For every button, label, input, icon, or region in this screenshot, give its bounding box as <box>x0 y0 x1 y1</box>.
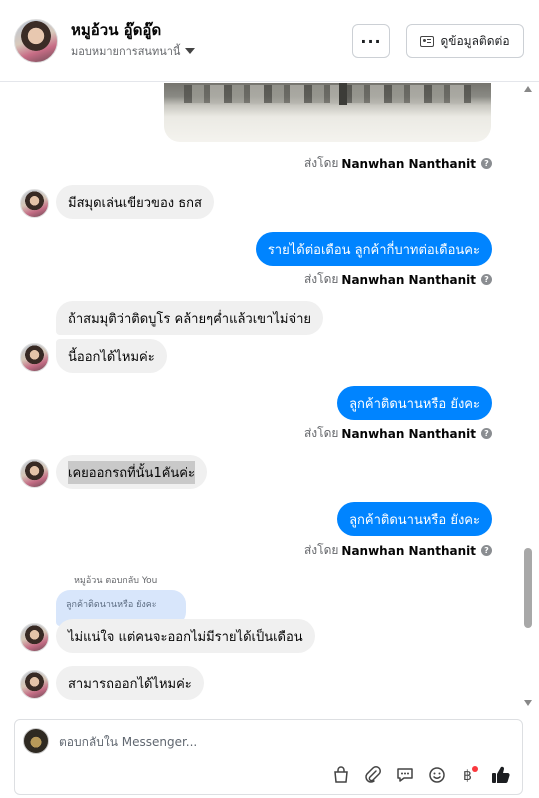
paperclip-icon[interactable] <box>361 764 385 786</box>
baht-payment-icon[interactable]: ฿ <box>457 764 481 786</box>
thread-scrollbar[interactable] <box>523 86 533 708</box>
contact-avatar-small[interactable] <box>20 189 49 218</box>
scroll-up-arrow-icon[interactable] <box>524 86 532 92</box>
sent-by-row: ส่งโดย Nanwhan Nanthanit ? <box>304 154 492 173</box>
help-icon[interactable]: ? <box>481 545 492 556</box>
incoming-message[interactable]: เคยออกรถที่นั้น1คันค่ะ <box>56 455 207 489</box>
scroll-down-arrow-icon[interactable] <box>524 700 532 706</box>
contact-avatar-small[interactable] <box>20 670 49 699</box>
view-contact-info-label: ดูข้อมูลติดต่อ <box>440 33 510 48</box>
incoming-message[interactable]: ไม่แน่ใจ แต่คนจะออกไม่มีรายได้เป็นเดือน <box>56 619 315 653</box>
shopping-bag-icon[interactable] <box>329 764 353 786</box>
image-attachment[interactable] <box>164 83 491 142</box>
caret-down-icon <box>185 48 196 54</box>
chat-bubble-icon[interactable] <box>393 764 417 786</box>
sent-by-row: ส่งโดย Nanwhan Nanthanit ? <box>304 270 492 289</box>
svg-text:฿: ฿ <box>463 768 472 784</box>
view-contact-info-button[interactable]: ดูข้อมูลติดต่อ <box>406 24 524 58</box>
outgoing-message[interactable]: รายได้ต่อเดือน ลูกค้ากี่บาทต่อเดือนคะ <box>255 232 492 266</box>
contact-name[interactable]: หมูอ้วน อู๊ดอู๊ด <box>71 18 161 42</box>
contact-avatar[interactable] <box>14 19 58 63</box>
conversation-header: หมูอ้วน อู๊ดอู๊ด มอบหมายการสนทนานี้ ··· … <box>0 0 539 82</box>
contact-avatar-small[interactable] <box>20 623 49 652</box>
sent-by-row: ส่งโดย Nanwhan Nanthanit ? <box>304 424 492 443</box>
incoming-message[interactable]: นี้ออกได้ไหมค่ะ <box>56 339 167 373</box>
assign-conversation-label: มอบหมายการสนทนานี้ <box>71 45 181 58</box>
more-options-button[interactable]: ··· <box>352 24 390 58</box>
thumbs-up-icon[interactable] <box>489 764 513 786</box>
help-icon[interactable]: ? <box>481 274 492 285</box>
message-thread[interactable]: ส่งโดย Nanwhan Nanthanit ? มีสมุดเล่นเขี… <box>0 83 539 709</box>
reply-composer: ฿ <box>14 719 523 795</box>
incoming-message[interactable]: สามารถออกได้ไหมค่ะ <box>56 666 204 700</box>
help-icon[interactable]: ? <box>481 428 492 439</box>
contact-avatar-small[interactable] <box>20 343 49 372</box>
selected-message-text[interactable]: เคยออกรถที่นั้น1คันค่ะ <box>68 460 195 484</box>
outgoing-message[interactable]: ลูกค้าติดนานหรือ ยังคะ <box>337 386 492 420</box>
help-icon[interactable]: ? <box>481 158 492 169</box>
contact-card-icon <box>420 35 435 47</box>
reply-input[interactable] <box>59 729 499 755</box>
incoming-message[interactable]: ถ้าสมมุติว่าติดบูโร คล้ายๆค่ำแล้วเขาไม่จ… <box>56 301 323 335</box>
sent-by-row: ส่งโดย Nanwhan Nanthanit ? <box>304 541 492 560</box>
outgoing-message[interactable]: ลูกค้าติดนานหรือ ยังคะ <box>337 502 492 536</box>
page-avatar <box>23 728 49 754</box>
scrollbar-thumb[interactable] <box>524 548 532 628</box>
contact-avatar-small[interactable] <box>20 459 49 488</box>
reply-indicator: หมูอ้วน ตอบกลับ You <box>74 576 158 586</box>
assign-conversation-dropdown[interactable]: มอบหมายการสนทนานี้ <box>71 42 196 60</box>
emoji-icon[interactable] <box>425 764 449 786</box>
incoming-message[interactable]: มีสมุดเล่นเขียวของ ธกส <box>56 185 214 219</box>
